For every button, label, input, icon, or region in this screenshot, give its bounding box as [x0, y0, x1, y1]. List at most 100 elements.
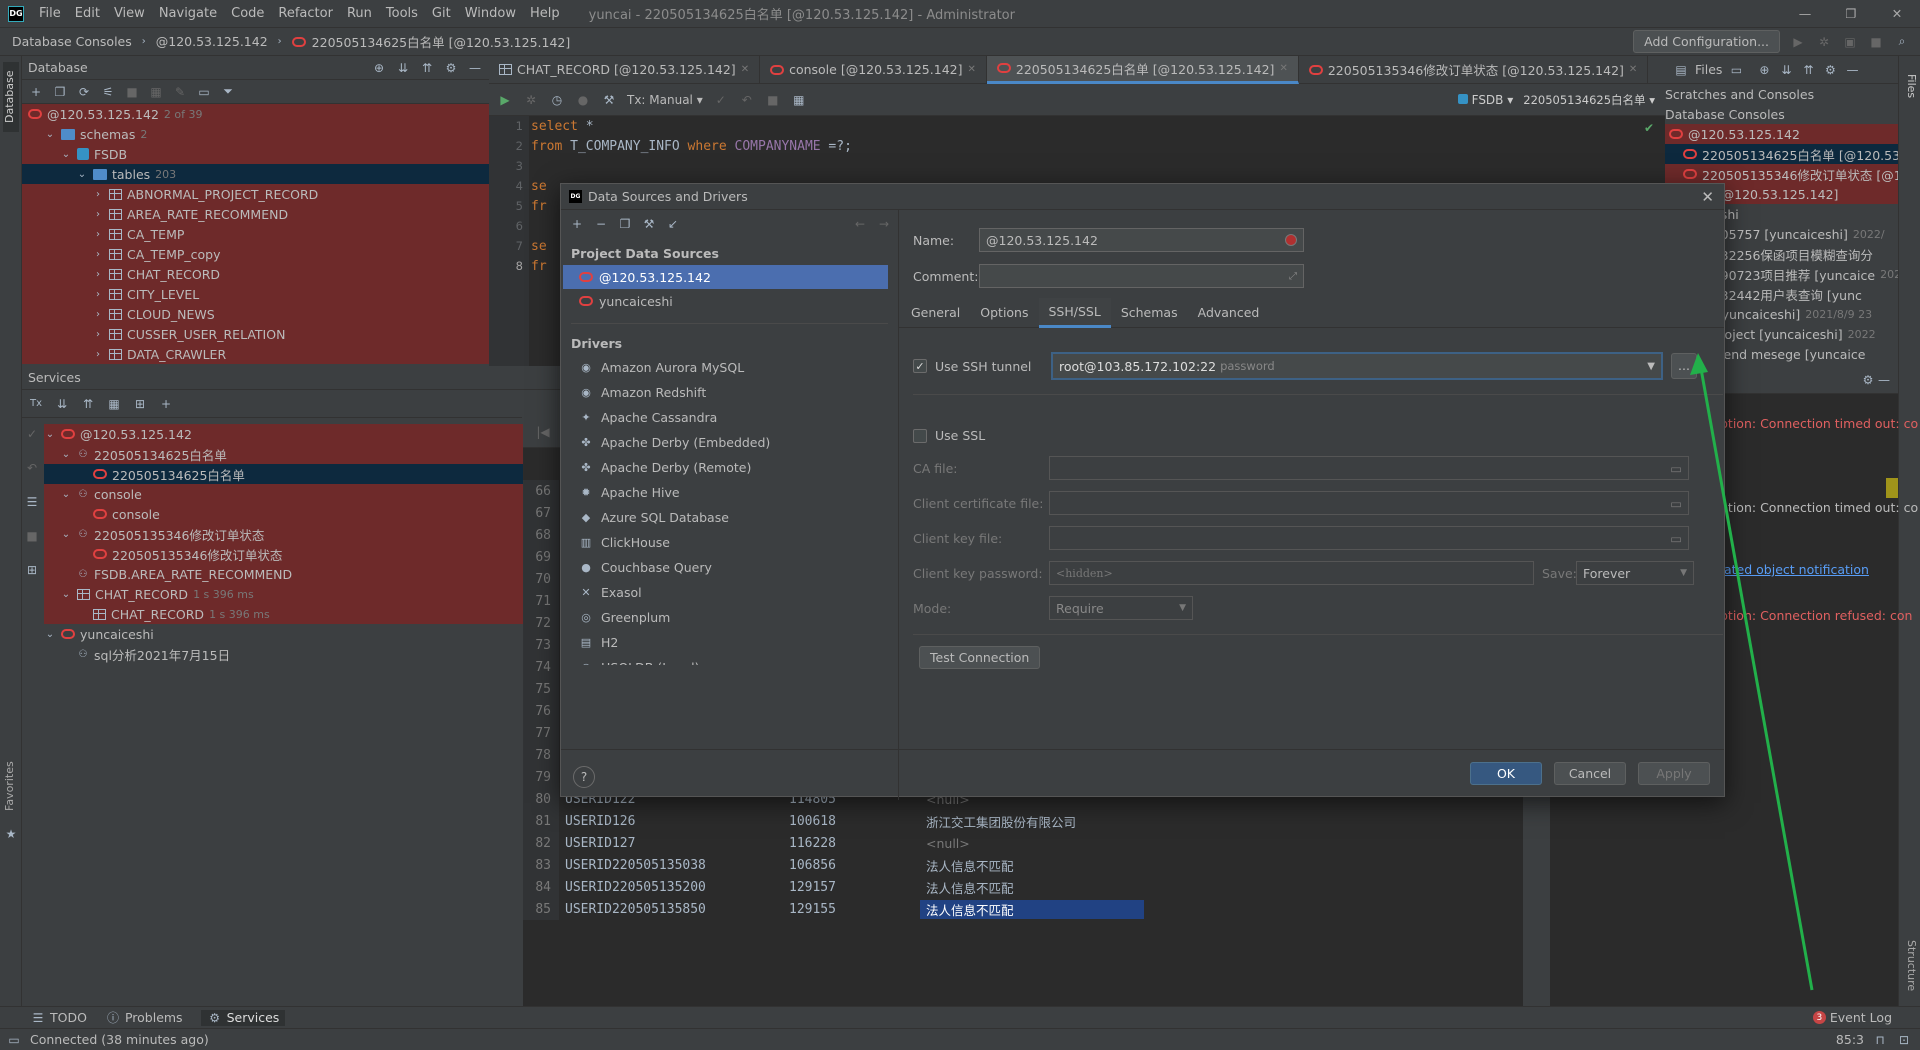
service-item[interactable]: ⌄ @120.53.125.142	[44, 424, 524, 444]
cell-text[interactable]: 法人信息不匹配	[920, 899, 1144, 919]
service-item[interactable]: ⚇ FSDB.AREA_RATE_RECOMMEND	[44, 564, 524, 584]
driver-item[interactable]: ● Couchbase Query	[561, 555, 898, 580]
debug-icon[interactable]: ✲	[523, 92, 539, 108]
driver-item[interactable]: ◎ Greenplum	[561, 605, 898, 630]
driver-item[interactable]: ◆ Azure SQL Database	[561, 505, 898, 530]
ca-file-input[interactable]: ▭	[1049, 456, 1689, 480]
settings-wrench-icon[interactable]: ⚒	[601, 92, 617, 108]
add-icon[interactable]: +	[28, 84, 44, 100]
refresh-icon[interactable]: ⟳	[76, 84, 92, 100]
tree-node[interactable]: ⌄ FSDB	[22, 144, 489, 164]
test-connection-button[interactable]: Test Connection	[919, 646, 1041, 669]
favorites-tool-tab[interactable]: Favorites	[3, 756, 19, 816]
gear-icon[interactable]: ⚙	[1822, 62, 1838, 78]
menu-view[interactable]: View	[107, 6, 152, 21]
collapse-all-icon[interactable]: ⇈	[1800, 62, 1816, 78]
editor-tab[interactable]: console [@120.53.125.142] ✕	[760, 55, 987, 84]
table-item[interactable]: › CHAT_RECORD	[22, 264, 489, 284]
color-dot-icon[interactable]	[1285, 234, 1297, 246]
add-icon[interactable]: +	[569, 216, 585, 232]
locate-icon[interactable]: ⊕	[1756, 62, 1772, 78]
stop-icon[interactable]: ●	[575, 92, 591, 108]
tree-node[interactable]: @120.53.125.142 2 of 39	[22, 104, 489, 124]
dialog-tab-options[interactable]: Options	[970, 298, 1038, 328]
close-tab-icon[interactable]: ✕	[1279, 63, 1287, 74]
scratch-item[interactable]: @120.53.125.142	[1665, 124, 1898, 144]
use-ssl-checkbox[interactable]	[913, 428, 927, 443]
group-icon[interactable]: ▦	[106, 396, 122, 412]
debug-icon[interactable]: ✲	[1816, 34, 1832, 50]
add-configuration-button[interactable]: Add Configuration...	[1633, 30, 1780, 53]
collapse-all-icon[interactable]: ⇈	[80, 396, 96, 412]
driver-item[interactable]: ✤ Apache Derby (Embedded)	[561, 430, 898, 455]
cell-id[interactable]: 106856	[783, 858, 920, 873]
menu-help[interactable]: Help	[523, 6, 567, 21]
menu-refactor[interactable]: Refactor	[271, 6, 340, 21]
tx-icon[interactable]: Tx	[28, 396, 44, 412]
service-item[interactable]: console	[44, 504, 524, 524]
add-service-icon[interactable]: +	[158, 396, 174, 412]
table-row[interactable]: 82 USERID127 116228 <null>	[523, 832, 1144, 854]
ssh-config-more-button[interactable]: ...	[1671, 353, 1697, 379]
expand-icon[interactable]: ⤢	[1289, 271, 1297, 282]
lines-icon[interactable]: ☰	[24, 494, 40, 510]
cancel-button[interactable]: Cancel	[1554, 762, 1626, 785]
structure-tool-tab[interactable]: Structure	[1902, 936, 1918, 996]
back-icon[interactable]: ←	[852, 216, 868, 232]
driver-item[interactable]: ▤ H2	[561, 630, 898, 655]
menu-run[interactable]: Run	[340, 6, 379, 21]
table-row[interactable]: 84 USERID220505135200 129157 法人信息不匹配	[523, 876, 1144, 898]
rollback-icon[interactable]: ↶	[739, 92, 755, 108]
cell-userid[interactable]: USERID127	[559, 836, 783, 851]
panel-toggle-icon[interactable]: ▭	[6, 1032, 22, 1048]
cell-userid[interactable]: USERID220505135200	[559, 880, 783, 895]
console-selector[interactable]: 220505134625白名单 ▾	[1523, 92, 1665, 108]
tx-mode-dropdown[interactable]: Tx: Manual ▾	[627, 93, 703, 107]
cell-userid[interactable]: USERID126	[559, 814, 783, 829]
table-item[interactable]: › AREA_RATE_RECOMMEND	[22, 204, 489, 224]
scratch-item[interactable]: 220505134625白名单 [@120.53.1	[1665, 144, 1898, 164]
service-item[interactable]: 220505135346修改订单状态	[44, 544, 524, 564]
layout-icon[interactable]: ⊞	[24, 562, 40, 578]
forward-icon[interactable]: →	[876, 216, 892, 232]
services-tab[interactable]: ⚙ Services	[200, 1009, 286, 1026]
save-dropdown[interactable]: Forever ▼	[1576, 561, 1694, 585]
run-icon[interactable]: ▶	[1790, 34, 1806, 50]
service-item[interactable]: ⚇ sql分析2021年7月15日	[44, 644, 524, 664]
breadcrumb-datasource[interactable]: @120.53.125.142	[156, 34, 268, 49]
service-item[interactable]: CHAT_RECORD 1 s 396 ms	[44, 604, 524, 624]
dialog-tab-schemas[interactable]: Schemas	[1111, 298, 1188, 328]
expand-all-icon[interactable]: ⇊	[1778, 62, 1794, 78]
editor-tab[interactable]: 220505134625白名单 [@120.53.125.142] ✕	[986, 55, 1299, 84]
menu-navigate[interactable]: Navigate	[152, 6, 224, 21]
tree-node[interactable]: ⌄ schemas 2	[22, 124, 489, 144]
gear-icon[interactable]: ⚙	[443, 60, 459, 76]
dialog-close-icon[interactable]: ✕	[1701, 188, 1714, 206]
source-item[interactable]: yuncaiceshi	[561, 289, 898, 313]
cell-id[interactable]: 100618	[783, 814, 920, 829]
breadcrumb-console[interactable]: 220505134625白名单 [@120.53.125.142]	[312, 32, 571, 51]
table-icon[interactable]: ▦	[148, 84, 164, 100]
driver-item[interactable]: ✕ Exasol	[561, 580, 898, 605]
dialog-tab-advanced[interactable]: Advanced	[1188, 298, 1270, 328]
ok-button[interactable]: OK	[1470, 762, 1542, 785]
commit-icon[interactable]: ✓	[713, 92, 729, 108]
schema-selector[interactable]: FSDB ▾	[1457, 93, 1513, 107]
files-tool-tab[interactable]: Files	[1902, 66, 1918, 106]
cell-text[interactable]: 法人信息不匹配	[920, 878, 1144, 897]
output-grid-icon[interactable]: ▦	[791, 92, 807, 108]
dialog-tab-ssh-ssl[interactable]: SSH/SSL	[1038, 297, 1111, 328]
help-button[interactable]: ?	[573, 766, 595, 788]
driver-item[interactable]: ◎ HSQLDB (Local)	[561, 655, 898, 665]
expand-all-icon[interactable]: ⇊	[395, 60, 411, 76]
dialog-tab-general[interactable]: General	[901, 298, 970, 328]
cell-id[interactable]: 129157	[783, 880, 920, 895]
git-icon[interactable]: ⊡	[1896, 1032, 1912, 1048]
mode-dropdown[interactable]: Require ▼	[1049, 596, 1193, 620]
edit-icon[interactable]: ✎	[172, 84, 188, 100]
search-everywhere-icon[interactable]: ⌕	[1894, 34, 1910, 50]
hide-icon[interactable]: —	[1844, 62, 1860, 78]
editor-tab[interactable]: CHAT_RECORD [@120.53.125.142] ✕	[489, 55, 761, 84]
source-item-selected[interactable]: @120.53.125.142	[563, 265, 888, 289]
service-item[interactable]: ⌄ ⚇ console	[44, 484, 524, 504]
